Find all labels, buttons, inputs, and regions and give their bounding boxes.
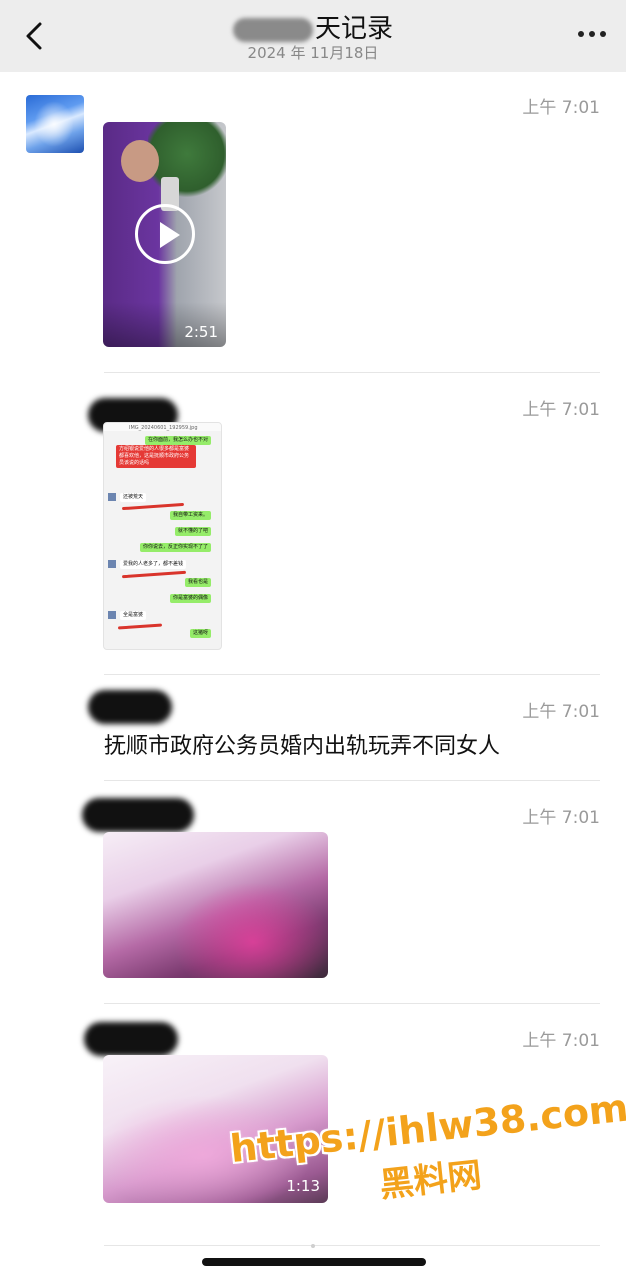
- more-dots-icon: [578, 31, 606, 37]
- video-thumbnail[interactable]: 2:51: [103, 122, 226, 347]
- message-divider: [104, 372, 600, 373]
- message-time: 上午 7:01: [522, 808, 600, 828]
- image-line: 这猪呀: [189, 629, 211, 638]
- sender-name-redaction: [84, 1022, 178, 1056]
- sender-name-redaction: [82, 798, 194, 832]
- red-underline: [117, 623, 163, 630]
- image-line: 我看也是: [184, 578, 211, 587]
- mini-avatar: [108, 493, 116, 501]
- play-icon[interactable]: [135, 204, 195, 264]
- video-scene-person: [121, 140, 159, 182]
- title-redaction: [232, 17, 313, 42]
- image-line: 还被荒天: [120, 493, 147, 502]
- chat-screenshot-image[interactable]: IMG_20240601_192959.jpg 在你面前，我怎么办也不对 方绍银…: [103, 422, 222, 650]
- chat-date: 2024 年 11月18日: [247, 44, 379, 62]
- video-thumbnail[interactable]: [103, 832, 328, 978]
- page-title: 天记录: [0, 8, 626, 45]
- message-text: 抚顺市政府公务员婚内出轨玩弄不同女人: [104, 734, 501, 759]
- watermark-site-name: 黑料网: [377, 1155, 484, 1206]
- sender-name-redaction: [88, 690, 172, 724]
- video-scene-blur: [173, 882, 328, 978]
- message-time: 上午 7:01: [522, 98, 600, 118]
- page-title-text: 天记录: [314, 14, 393, 44]
- avatar[interactable]: [26, 95, 84, 153]
- scroll-dot: [311, 1244, 315, 1248]
- image-filename: IMG_20240601_192959.jpg: [129, 425, 198, 431]
- image-line: 方绍银说爱他的人很多都是富婆都喜欢他，这是抚顺市政府公务员该说的话吗: [116, 445, 196, 468]
- message-divider: [104, 1003, 600, 1004]
- image-line: 你你说去，反正你实现不了了: [139, 543, 211, 552]
- image-line: 爱我的人老多了，都不差钱: [120, 560, 187, 569]
- red-underline: [121, 502, 185, 511]
- red-underline: [121, 570, 187, 579]
- home-indicator[interactable]: [202, 1258, 426, 1266]
- message-time: 上午 7:01: [522, 702, 600, 722]
- image-line: 在你面前，我怎么办也不对: [144, 436, 211, 445]
- more-button[interactable]: [576, 22, 608, 46]
- video-duration: 2:51: [184, 323, 218, 341]
- message-divider: [104, 674, 600, 675]
- image-line: 就不懂的了吧: [174, 527, 211, 536]
- video-scene-tree: [148, 122, 226, 202]
- mini-avatar: [108, 611, 116, 619]
- message-divider: [104, 1245, 600, 1246]
- image-line: 全是富婆: [120, 611, 147, 620]
- header-bar: 天记录 2024 年 11月18日: [0, 0, 626, 72]
- message-time: 上午 7:01: [522, 1031, 600, 1051]
- image-line: 你是富婆的偶像: [169, 594, 211, 603]
- message-time: 上午 7:01: [522, 400, 600, 420]
- message-divider: [104, 780, 600, 781]
- image-line: 我自带工资来。: [169, 511, 211, 520]
- mini-avatar: [108, 560, 116, 568]
